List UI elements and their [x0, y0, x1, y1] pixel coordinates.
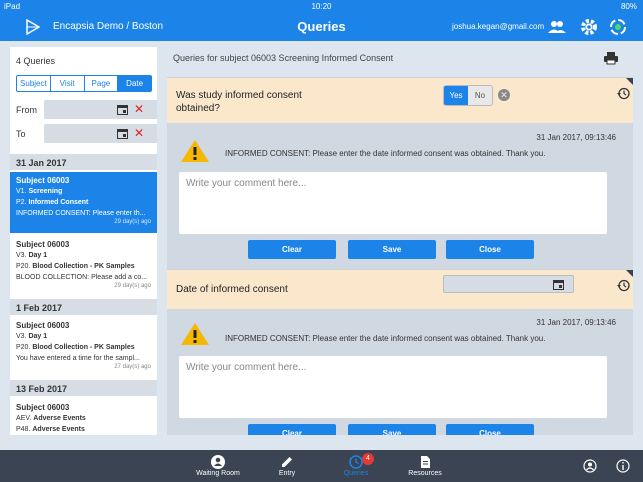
calendar-icon[interactable] [117, 128, 128, 139]
tab-waiting-room[interactable]: Waiting Room [183, 453, 253, 477]
sync-icon[interactable] [609, 18, 627, 36]
from-date-field[interactable]: ✕ [44, 100, 157, 119]
no-option[interactable]: No [468, 86, 492, 105]
close-button[interactable]: Close [446, 240, 534, 259]
clear-answer-icon[interactable]: ✕ [498, 89, 510, 101]
item-subject: Subject 06003 [16, 321, 70, 330]
item-page: P2. Informed Consent [16, 199, 89, 206]
print-icon[interactable] [604, 51, 618, 65]
pencil-icon [282, 457, 292, 467]
item-visit: V3. Day 1 [16, 333, 48, 340]
status-bar: iPad 10:20 80% [0, 0, 643, 13]
date-group-header: 1 Feb 2017 [10, 299, 157, 315]
history-icon[interactable] [617, 87, 630, 100]
top-nav: Encapsia Demo / Boston Queries joshua.ke… [0, 13, 643, 41]
clear-from-icon[interactable]: ✕ [134, 102, 144, 116]
to-label: To [16, 129, 26, 139]
account-icon[interactable] [583, 459, 597, 473]
item-page: P20. Blood Collection - PK Samples [16, 263, 135, 270]
from-label: From [16, 105, 37, 115]
clock: 10:20 [311, 2, 332, 11]
warning-icon [181, 323, 209, 345]
filter-segmented-control: Subject Visit Page Date [16, 75, 152, 92]
gear-icon[interactable] [580, 18, 598, 36]
query-body: 31 Jan 2017, 09:13:46 INFORMED CONSENT: … [167, 123, 633, 269]
query-body: 31 Jan 2017, 09:13:46 INFORMED CONSENT: … [167, 309, 633, 435]
filter-tab-date[interactable]: Date [118, 76, 151, 91]
query-detail-panel: Queries for subject 06003 Screening Info… [167, 47, 633, 435]
query-message: INFORMED CONSENT: Please enter the date … [225, 334, 546, 343]
item-visit: V1. Screening [16, 188, 63, 195]
date-group-header: 13 Feb 2017 [10, 380, 157, 396]
clock-icon [349, 455, 363, 469]
queries-badge: 4 [362, 453, 374, 465]
query-header: Was study informed consent obtained? Yes… [167, 77, 633, 123]
history-icon[interactable] [617, 279, 630, 292]
document-icon [421, 456, 430, 468]
query-list-item[interactable]: Subject 06003 V1. Screening P2. Informed… [10, 172, 157, 233]
save-button[interactable]: Save [348, 240, 436, 259]
corner-flag [626, 78, 633, 85]
date-group-header: 31 Jan 2017 [10, 154, 157, 170]
filter-tab-subject[interactable]: Subject [17, 76, 51, 91]
query-question: Date of informed consent [176, 284, 288, 295]
clear-button[interactable]: Clear [248, 240, 336, 259]
bottom-tab-bar: Waiting Room Entry Queries 4 Resources [0, 450, 643, 482]
query-list-item[interactable]: Subject 06003 V3. Day 1 P20. Blood Colle… [10, 317, 157, 377]
warning-icon [181, 140, 209, 162]
user-email[interactable]: joshua.kegan@gmail.com [452, 22, 544, 31]
query-header: Date of informed consent [167, 269, 633, 309]
tab-entry[interactable]: Entry [252, 453, 322, 477]
close-button[interactable]: Close [446, 424, 534, 435]
corner-flag [626, 270, 633, 277]
query-list-item[interactable]: Subject 06003 AEV. Adverse Events P48. A… [10, 399, 157, 435]
item-subject: Subject 06003 [16, 403, 70, 412]
query-list-item[interactable]: Subject 06003 V3. Day 1 P20. Blood Colle… [10, 236, 157, 296]
query-sidebar: 4 Queries Subject Visit Page Date From ✕… [10, 47, 157, 435]
query-message: INFORMED CONSENT: Please enter the date … [225, 149, 546, 158]
date-input[interactable] [443, 275, 574, 293]
clear-to-icon[interactable]: ✕ [134, 126, 144, 140]
info-icon[interactable] [616, 459, 630, 473]
tab-label: Waiting Room [196, 470, 240, 477]
tab-resources[interactable]: Resources [390, 453, 460, 477]
page-title: Queries [297, 19, 346, 34]
query-count: 4 Queries [16, 56, 56, 66]
calendar-icon[interactable] [117, 104, 128, 115]
query-timestamp: 31 Jan 2017, 09:13:46 [536, 318, 616, 327]
to-date-field[interactable]: ✕ [44, 124, 157, 143]
comment-input[interactable]: Write your comment here... [179, 356, 607, 418]
query-question: Was study informed consent obtained? [176, 90, 302, 114]
battery-label: 80% [620, 2, 637, 11]
tab-queries[interactable]: Queries 4 [321, 453, 391, 477]
filter-tab-page[interactable]: Page [85, 76, 119, 91]
item-page: P20. Blood Collection - PK Samples [16, 344, 135, 351]
tab-label: Queries [343, 470, 369, 477]
tab-label: Entry [278, 470, 296, 477]
query-timestamp: 31 Jan 2017, 09:13:46 [536, 133, 616, 142]
users-icon[interactable] [548, 18, 566, 36]
comment-input[interactable]: Write your comment here... [179, 172, 607, 234]
tab-label: Resources [408, 470, 442, 477]
item-visit: V3. Day 1 [16, 252, 48, 259]
item-page: P48. Adverse Events [16, 426, 85, 433]
yes-option[interactable]: Yes [444, 86, 468, 105]
calendar-icon[interactable] [553, 279, 564, 290]
item-visit: AEV. Adverse Events [16, 415, 86, 422]
clear-button[interactable]: Clear [248, 424, 336, 435]
item-subject: Subject 06003 [16, 240, 70, 249]
detail-title: Queries for subject 06003 Screening Info… [173, 53, 394, 63]
save-button[interactable]: Save [348, 424, 436, 435]
yes-no-toggle: Yes No [443, 85, 493, 106]
filter-tab-visit[interactable]: Visit [51, 76, 85, 91]
item-subject: Subject 06003 [16, 176, 70, 185]
person-icon [211, 455, 225, 469]
